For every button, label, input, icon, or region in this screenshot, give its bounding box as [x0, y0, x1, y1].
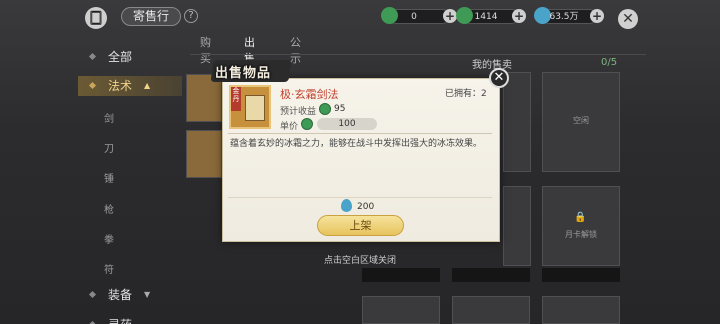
item-rank-badge: 金丹 — [231, 87, 241, 111]
copper-coin-icon — [301, 118, 313, 130]
tabs-divider — [190, 54, 646, 55]
page-title: 寄售行 — [121, 7, 181, 26]
close-shop-button[interactable]: ✕ — [618, 9, 638, 29]
category-sidebar: 全部 法术 ▲ 剑 刀 锤 枪 拳 符 装备 ▼ 灵药 — [78, 40, 182, 324]
sidebar-item-hammer[interactable]: 锤 — [78, 170, 182, 185]
owned-label: 已拥有： — [445, 89, 482, 99]
tab-buy[interactable]: 购买 — [200, 34, 211, 66]
sell-slot-count: 0/5 — [601, 57, 618, 68]
sale-slot[interactable] — [362, 296, 440, 324]
sale-slot[interactable] — [542, 296, 620, 324]
chevron-down-icon: ▼ — [144, 290, 151, 299]
help-icon[interactable]: ? — [184, 9, 198, 23]
shop-logo-icon: 🀆 — [85, 7, 107, 29]
sidebar-item-label: 剑 — [104, 114, 114, 125]
item-name: 极·玄霜剑法 — [280, 88, 339, 101]
sale-slot[interactable] — [503, 72, 531, 172]
owned-count: 已拥有：2 — [445, 86, 487, 99]
sale-slot-status: 月卡解锁 — [565, 230, 597, 239]
add-jade-button[interactable]: + — [443, 9, 457, 23]
sidebar-item-label: 拳 — [104, 235, 114, 246]
top-bar: 🀆 寄售行 ? 0 + 1414 + 63.5万 + ✕ — [0, 0, 720, 34]
list-item-button[interactable]: 上架 — [317, 215, 404, 236]
sidebar-item-label: 符 — [104, 265, 114, 276]
sidebar-item-other[interactable]: 灵药 — [78, 316, 182, 324]
expected-income-value: 95 — [334, 104, 346, 114]
sidebar-item-label: 刀 — [104, 144, 114, 155]
sale-slot[interactable] — [503, 186, 531, 266]
currency-jade-value: 0 — [411, 12, 417, 22]
currency-spirit-stone-value: 63.5万 — [549, 12, 579, 22]
scroll-book-icon — [245, 95, 265, 121]
divider — [228, 133, 492, 134]
my-sell-label: 我的售卖 — [472, 60, 512, 71]
tab-public[interactable]: 公示 — [290, 34, 301, 66]
diamond-icon — [88, 52, 97, 61]
unit-price-input[interactable]: 100 — [317, 118, 377, 130]
locked-sale-slot[interactable]: 🔒 月卡解锁 — [542, 186, 620, 266]
sale-slot[interactable] — [452, 296, 530, 324]
sale-slot-footer — [452, 268, 530, 282]
diamond-icon — [88, 290, 97, 299]
sidebar-item-talisman[interactable]: 符 — [78, 261, 182, 276]
chevron-up-icon: ▲ — [144, 81, 151, 90]
diamond-icon — [88, 81, 97, 90]
sidebar-item-label: 枪 — [104, 205, 114, 216]
sidebar-item-sword[interactable]: 剑 — [78, 110, 182, 125]
sidebar-item-label: 装备 — [108, 288, 133, 302]
sidebar-item-spells[interactable]: 法术 ▲ — [78, 76, 182, 96]
currency-spirit-stone: 63.5万 + — [534, 7, 604, 24]
sale-slot-footer — [542, 268, 620, 282]
sidebar-item-blade[interactable]: 刀 — [78, 140, 182, 155]
close-hint: 点击空白区域关闭 — [324, 256, 397, 266]
add-copper-button[interactable]: + — [512, 9, 526, 23]
dialog-close-button[interactable]: ✕ — [489, 68, 509, 88]
unit-price-label: 单价 — [280, 122, 299, 132]
sale-slot-footer — [362, 268, 440, 282]
sale-slot[interactable]: 空闲 — [542, 72, 620, 172]
currency-jade: 0 + — [381, 7, 457, 24]
sidebar-item-equipment[interactable]: 装备 ▼ — [78, 286, 182, 304]
lock-icon: 🔒 — [574, 212, 587, 223]
sidebar-item-all[interactable]: 全部 — [78, 48, 182, 66]
sidebar-item-spear[interactable]: 枪 — [78, 201, 182, 216]
expected-income-label: 预计收益 — [280, 107, 317, 117]
sale-slot-status: 空闲 — [573, 116, 589, 125]
item-description: 蕴含着玄妙的冰霜之力，能够在战斗中发挥出强大的冰冻效果。 — [230, 139, 483, 149]
sidebar-item-fist[interactable]: 拳 — [78, 231, 182, 246]
currency-copper: 1414 + — [456, 7, 526, 24]
sidebar-item-label: 法术 — [108, 79, 133, 93]
listing-fee-value: 200 — [357, 202, 375, 212]
item-icon: 金丹 — [229, 85, 271, 129]
sidebar-item-label: 灵药 — [108, 318, 132, 324]
currency-copper-value: 1414 — [474, 12, 498, 22]
copper-coin-icon — [319, 103, 331, 115]
spirit-stone-icon — [341, 199, 352, 212]
sell-item-card[interactable] — [186, 130, 222, 178]
sidebar-item-label: 锤 — [104, 174, 114, 185]
add-spirit-stone-button[interactable]: + — [590, 9, 604, 23]
dialog-title: 出售物品 — [215, 66, 272, 81]
divider — [228, 197, 492, 198]
sidebar-item-label: 全部 — [108, 50, 133, 64]
owned-value: 2 — [481, 89, 487, 99]
